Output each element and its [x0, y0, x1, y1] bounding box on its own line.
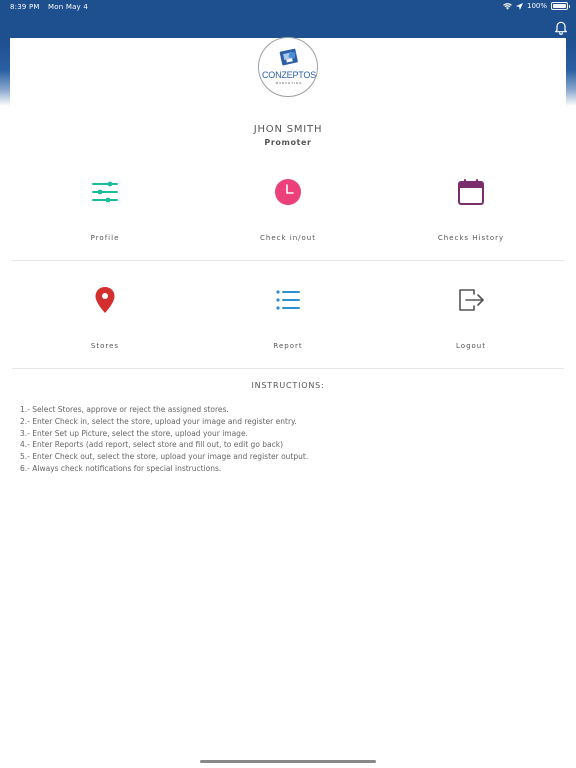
wifi-icon — [503, 2, 512, 10]
status-time: 8:39 PM — [10, 3, 40, 11]
menu-stores-label: Stores — [90, 342, 120, 350]
home-indicator[interactable] — [200, 760, 376, 763]
instruction-item: 4.- Enter Reports (add report, select st… — [20, 440, 284, 450]
menu-checks-history[interactable]: Checks History — [391, 178, 551, 248]
menu-divider — [12, 260, 564, 261]
calendar-icon — [458, 179, 484, 205]
battery-icon — [551, 2, 570, 10]
menu-divider — [12, 368, 564, 369]
instruction-item: 2.- Enter Check in, select the store, up… — [20, 416, 297, 426]
location-arrow-icon — [515, 2, 523, 10]
content-card — [10, 38, 566, 768]
instructions-title: INSTRUCTIONS: — [251, 381, 325, 390]
status-bar: 8:39 PM Mon May 4 100% — [0, 0, 576, 14]
menu-logout[interactable]: Logout — [391, 286, 551, 356]
instruction-item: 6.- Always check notifications for speci… — [20, 463, 222, 473]
logout-icon — [459, 289, 484, 311]
status-right: 100% — [503, 2, 570, 10]
menu-report-label: Report — [273, 342, 303, 350]
company-logo: CONZEPTOS MARKETING — [258, 37, 318, 97]
menu-logout-label: Logout — [456, 342, 486, 350]
status-left: 8:39 PM Mon May 4 — [10, 3, 88, 11]
menu-report[interactable]: Report — [208, 286, 368, 356]
logo-text: CONZEPTOS — [262, 70, 316, 80]
menu-profile[interactable]: Profile — [25, 178, 185, 248]
status-date: Mon May 4 — [48, 3, 88, 11]
instruction-item: 5.- Enter Check out, select the store, u… — [20, 452, 309, 462]
instruction-item: 1.- Select Stores, approve or reject the… — [20, 405, 229, 414]
menu-checks-history-label: Checks History — [437, 234, 505, 242]
battery-percent: 100% — [526, 2, 547, 10]
instruction-item: 3.- Enter Set up Picture, select the sto… — [20, 428, 248, 438]
menu-stores[interactable]: Stores — [25, 286, 185, 356]
menu-check-in-out[interactable]: Check in/out — [208, 178, 368, 248]
menu-profile-label: Profile — [90, 234, 120, 242]
logo-subtext: MARKETING — [276, 81, 303, 85]
map-pin-icon — [95, 287, 115, 313]
instructions-list: 1.- Select Stores, approve or reject the… — [20, 404, 540, 475]
sliders-icon — [92, 181, 118, 203]
user-name: JHON SMITH — [253, 124, 323, 135]
menu-check-in-out-label: Check in/out — [260, 234, 316, 242]
clock-icon — [275, 179, 301, 205]
list-icon — [276, 290, 300, 310]
user-role: Promoter — [264, 138, 312, 147]
bell-icon[interactable] — [553, 19, 569, 35]
